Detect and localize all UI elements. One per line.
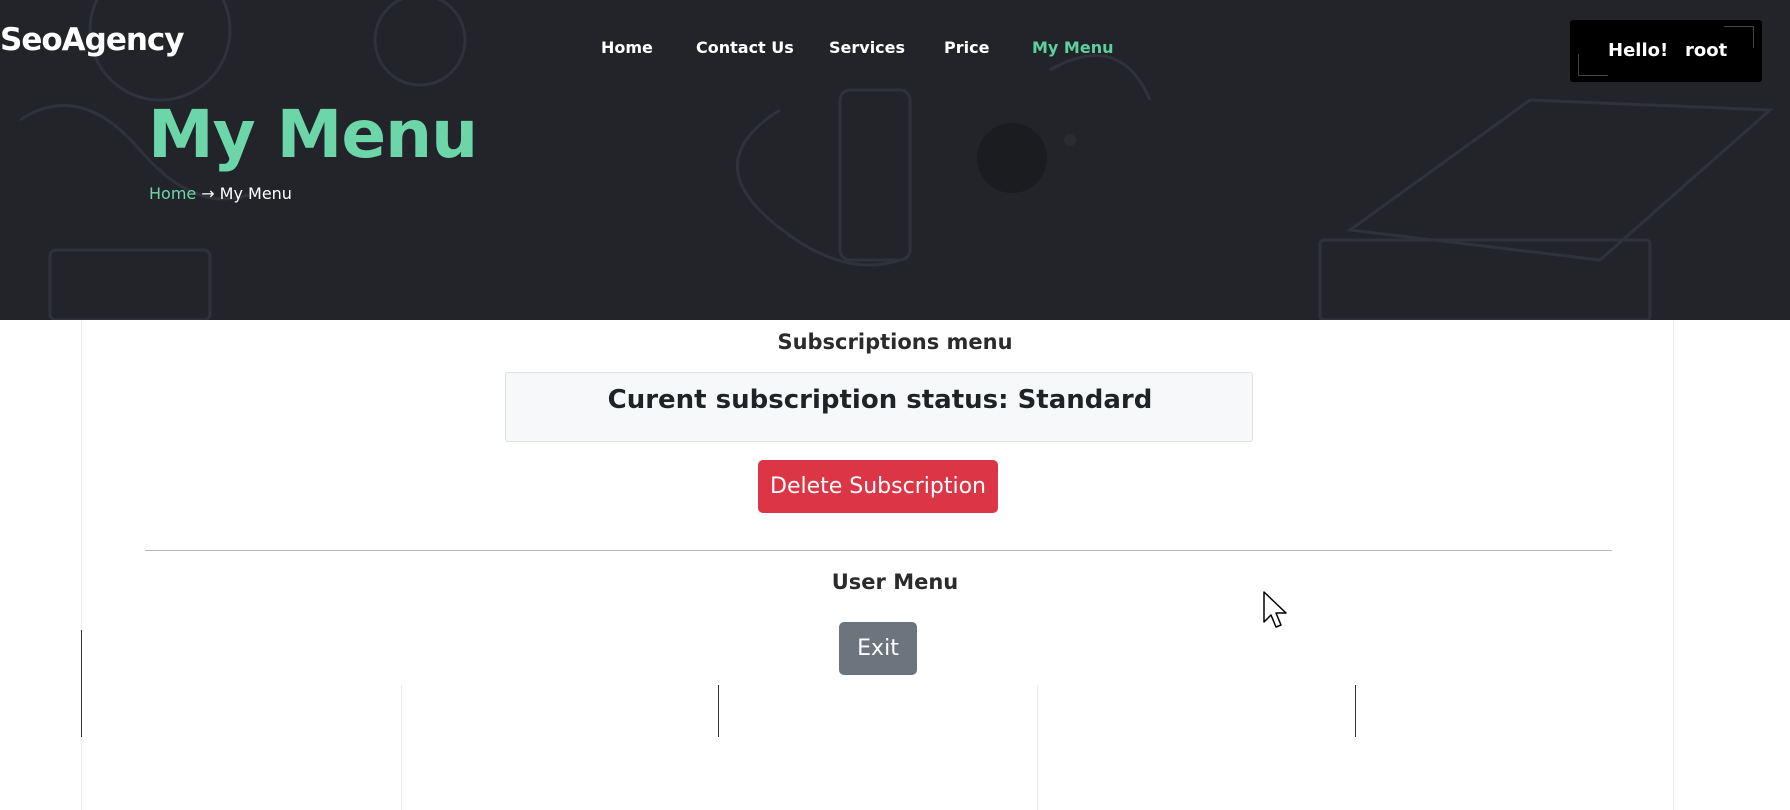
nav-home[interactable]: Home — [601, 38, 653, 57]
nav-services[interactable]: Services — [829, 38, 905, 57]
arrow-right-icon: → — [201, 184, 215, 203]
mouse-cursor-icon — [1263, 591, 1287, 628]
breadcrumb-current: My Menu — [219, 184, 292, 203]
breadcrumb-home-link[interactable]: Home — [149, 184, 196, 203]
nav-contact-us[interactable]: Contact Us — [696, 38, 794, 57]
decorative-corner — [1578, 54, 1608, 76]
nav-my-menu[interactable]: My Menu — [1032, 38, 1113, 57]
column-divider — [1037, 685, 1038, 810]
section-divider — [145, 550, 1612, 551]
page-title: My Menu — [148, 96, 478, 173]
subscription-status-text: Curent subscription status: Standard — [607, 385, 1153, 415]
user-greeting-box[interactable]: Hello! root — [1570, 20, 1762, 82]
username: root — [1685, 40, 1728, 61]
decorative-corner — [1724, 26, 1754, 48]
hero-banner: SeoAgency Home Contact Us Services Price… — [0, 0, 1790, 320]
exit-button[interactable]: Exit — [839, 622, 917, 675]
greeting-text: Hello! — [1608, 40, 1669, 61]
column-divider — [81, 630, 82, 737]
breadcrumb: Home → My Menu — [149, 184, 292, 203]
column-divider — [401, 685, 402, 810]
delete-subscription-button[interactable]: Delete Subscription — [758, 460, 998, 513]
site-logo[interactable]: SeoAgency — [0, 22, 185, 58]
subscriptions-heading: Subscriptions menu — [777, 330, 1013, 354]
nav-price[interactable]: Price — [944, 38, 989, 57]
subscription-status-card: Curent subscription status: Standard — [505, 372, 1253, 442]
user-menu-heading: User Menu — [831, 570, 959, 594]
column-divider — [1355, 685, 1356, 737]
column-divider — [718, 685, 719, 737]
